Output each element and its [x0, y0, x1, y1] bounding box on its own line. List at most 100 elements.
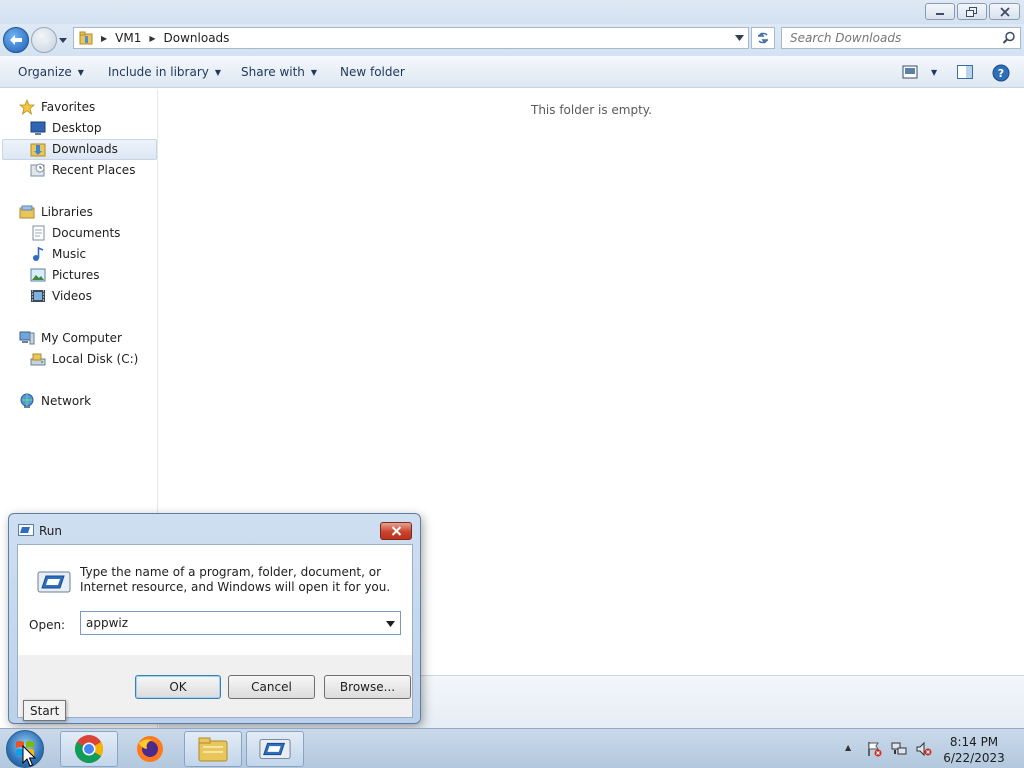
minimize-icon — [936, 12, 944, 15]
recent-places-icon — [30, 163, 45, 177]
chevron-down-icon[interactable] — [735, 35, 744, 41]
nav-favorites[interactable]: Favorites — [19, 97, 95, 117]
nav-label: Downloads — [52, 142, 118, 156]
open-label: Open: — [29, 618, 66, 632]
new-folder-label: New folder — [340, 65, 405, 79]
downloads-folder-icon — [30, 143, 46, 157]
chevron-down-icon: ▼ — [77, 67, 84, 77]
nav-label: Documents — [52, 226, 121, 240]
browse-button[interactable]: Browse... — [324, 675, 411, 699]
chevron-down-icon: ▼ — [214, 67, 222, 77]
new-folder-button[interactable]: New folder — [340, 65, 405, 79]
network-status-icon[interactable] — [891, 741, 907, 757]
recent-pages-dropdown-icon[interactable] — [58, 35, 68, 45]
hard-disk-icon — [30, 353, 46, 366]
open-input[interactable] — [81, 616, 371, 630]
show-hidden-icons-button[interactable]: ▲ — [845, 743, 851, 752]
close-icon — [999, 6, 1010, 17]
include-in-library-label: Include in library — [108, 65, 209, 79]
back-button[interactable] — [3, 27, 29, 53]
star-icon — [19, 99, 35, 115]
chrome-icon — [75, 735, 103, 763]
nav-desktop[interactable]: Desktop — [30, 118, 102, 138]
close-button[interactable] — [989, 3, 1020, 20]
breadcrumb-separator: ▶ — [149, 33, 156, 43]
videos-icon — [31, 290, 45, 302]
nav-recent-places[interactable]: Recent Places — [30, 160, 135, 180]
nav-videos[interactable]: Videos — [30, 286, 92, 306]
nav-downloads[interactable]: Downloads — [30, 139, 118, 159]
empty-folder-message: This folder is empty. — [531, 103, 652, 117]
nav-libraries[interactable]: Libraries — [19, 202, 93, 222]
folder-icon — [79, 31, 93, 45]
taskbar: ▲ 8:14 PM 6/22/2023 — [0, 728, 1024, 768]
nav-label: Desktop — [52, 121, 102, 135]
forward-button[interactable] — [31, 27, 57, 53]
nav-label: Videos — [52, 289, 92, 303]
run-description: Type the name of a program, folder, docu… — [80, 565, 391, 594]
nav-local-disk[interactable]: Local Disk (C:) — [30, 349, 138, 369]
pictures-icon — [30, 268, 46, 282]
volume-muted-icon[interactable] — [916, 741, 932, 757]
search-input[interactable] — [790, 31, 990, 45]
clock-date: 6/22/2023 — [943, 751, 1005, 765]
nav-label: My Computer — [41, 331, 122, 345]
run-close-button[interactable] — [380, 522, 412, 540]
title-bar — [0, 0, 1024, 24]
nav-label: Pictures — [52, 268, 100, 282]
music-icon — [33, 246, 44, 261]
clock-time: 8:14 PM — [949, 735, 999, 749]
documents-icon — [32, 225, 45, 241]
organize-label: Organize — [18, 65, 72, 79]
share-with-menu[interactable]: Share with ▼ — [241, 65, 317, 79]
open-combobox[interactable] — [80, 611, 401, 635]
organize-menu[interactable]: Organize ▼ — [18, 65, 84, 79]
system-clock[interactable]: 8:14 PM 6/22/2023 — [940, 734, 1008, 766]
chevron-down-icon: ▼ — [931, 67, 938, 77]
computer-icon — [19, 331, 35, 345]
nav-music[interactable]: Music — [30, 244, 86, 264]
nav-my-computer[interactable]: My Computer — [19, 328, 122, 348]
nav-pictures[interactable]: Pictures — [30, 265, 100, 285]
action-center-flag-icon[interactable] — [866, 741, 882, 757]
restore-button[interactable] — [957, 3, 987, 20]
nav-network[interactable]: Network — [19, 391, 91, 411]
include-in-library-menu[interactable]: Include in library ▼ — [108, 65, 221, 79]
restore-icon — [966, 6, 977, 17]
breadcrumb-vm1[interactable]: VM1 — [115, 31, 141, 45]
address-bar[interactable]: ▶ VM1 ▶ Downloads — [73, 27, 749, 49]
run-program-icon — [37, 571, 71, 593]
minimize-button[interactable] — [925, 3, 955, 20]
firefox-icon — [137, 736, 163, 762]
start-tooltip: Start — [23, 700, 67, 721]
chevron-down-icon[interactable] — [386, 621, 395, 627]
search-box[interactable] — [781, 27, 1021, 49]
run-icon — [259, 739, 291, 759]
command-bar: Organize ▼ Include in library ▼ Share with… — [0, 56, 1024, 88]
taskbar-run-button[interactable] — [246, 731, 304, 767]
cancel-button[interactable]: Cancel — [228, 675, 315, 699]
change-view-button[interactable]: ▼ — [902, 64, 940, 80]
help-icon[interactable]: ? — [992, 64, 1010, 82]
chevron-down-icon: ▼ — [310, 67, 318, 77]
forward-arrow-icon — [38, 35, 50, 45]
libraries-icon — [19, 205, 35, 219]
taskbar-firefox-button[interactable] — [121, 731, 179, 767]
breadcrumb-separator: ▶ — [101, 33, 108, 43]
run-dialog-body: Type the name of a program, folder, docu… — [17, 544, 413, 718]
search-icon[interactable] — [1002, 31, 1016, 45]
taskbar-chrome-button[interactable] — [60, 731, 118, 767]
mouse-cursor-icon — [22, 745, 36, 767]
run-dialog: Run Type the name of a program, folder, … — [8, 513, 421, 724]
run-icon — [18, 524, 34, 536]
ok-button[interactable]: OK — [135, 675, 221, 699]
taskbar-explorer-button[interactable] — [184, 731, 242, 767]
nav-label: Favorites — [41, 100, 96, 114]
run-dialog-title: Run — [39, 524, 63, 538]
breadcrumb-downloads[interactable]: Downloads — [164, 31, 230, 45]
nav-documents[interactable]: Documents — [30, 223, 120, 243]
refresh-icon — [758, 32, 768, 44]
preview-pane-icon[interactable] — [957, 64, 973, 80]
view-icon — [902, 65, 918, 79]
refresh-button[interactable] — [751, 27, 775, 49]
